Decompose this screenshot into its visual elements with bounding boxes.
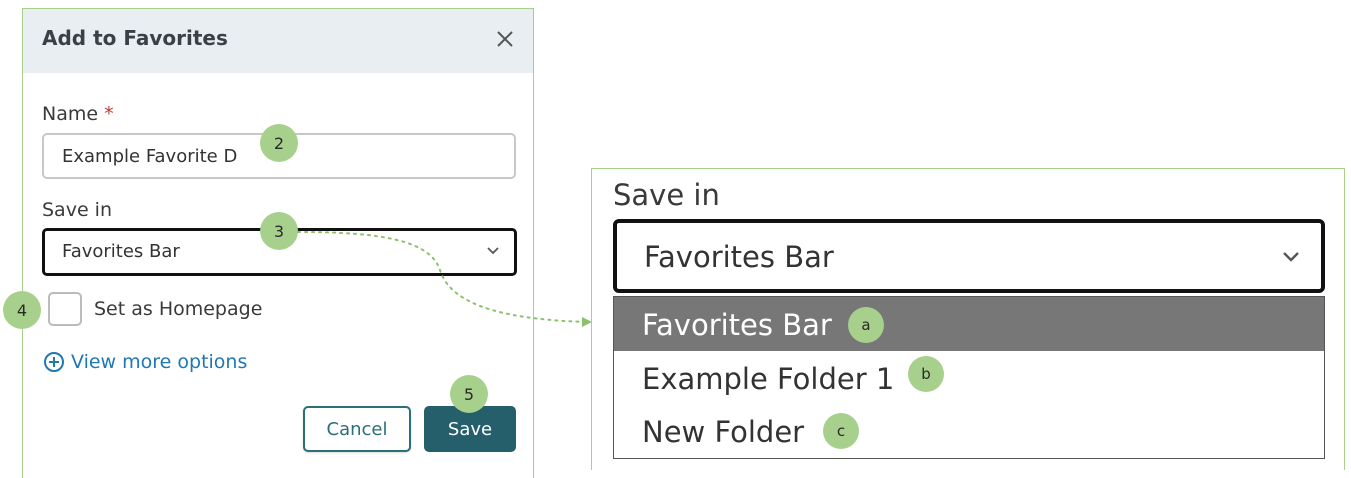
view-more-options-link[interactable]: View more options (43, 351, 247, 373)
homepage-checkbox[interactable] (48, 292, 82, 326)
option-label: Example Folder 1 (642, 362, 895, 396)
chevron-down-icon (487, 247, 499, 255)
option-label: New Folder (642, 415, 805, 449)
name-label: Name * (42, 103, 114, 125)
cancel-button[interactable]: Cancel (303, 406, 411, 452)
option-badge-b: b (908, 356, 944, 392)
zoom-save-in-label: Save in (613, 178, 720, 212)
option-badge-c: c (823, 413, 859, 449)
close-icon[interactable] (493, 27, 517, 51)
dropdown-option-example-folder-1[interactable]: Example Folder 1 (614, 351, 1324, 405)
step-badge-5: 5 (450, 375, 488, 413)
option-badge-a: a (848, 307, 884, 343)
chevron-down-icon (1283, 252, 1299, 262)
name-label-text: Name (42, 103, 99, 125)
step-badge-4: 4 (3, 291, 41, 329)
dialog-title: Add to Favorites (42, 26, 228, 50)
zoom-selected-value: Favorites Bar (644, 240, 834, 274)
save-in-selected-value: Favorites Bar (62, 241, 180, 262)
dialog-header: Add to Favorites (23, 9, 533, 73)
zoom-save-in-select[interactable]: Favorites Bar (613, 219, 1325, 293)
step-badge-2: 2 (260, 124, 298, 162)
zoomed-save-in-panel: Save in Favorites Bar Favorites Bar Exam… (591, 168, 1345, 470)
option-label: Favorites Bar (642, 308, 832, 342)
save-in-dropdown-list: Favorites Bar Example Folder 1 New Folde… (613, 296, 1325, 459)
dropdown-option-new-folder[interactable]: New Folder (614, 404, 1324, 458)
dropdown-option-favorites-bar[interactable]: Favorites Bar (614, 297, 1324, 351)
homepage-label: Set as Homepage (94, 298, 263, 320)
step-badge-3: 3 (260, 212, 298, 250)
required-marker: * (104, 103, 114, 125)
save-in-label: Save in (42, 199, 112, 221)
view-more-options-label: View more options (71, 351, 248, 373)
plus-circle-icon (44, 352, 64, 372)
